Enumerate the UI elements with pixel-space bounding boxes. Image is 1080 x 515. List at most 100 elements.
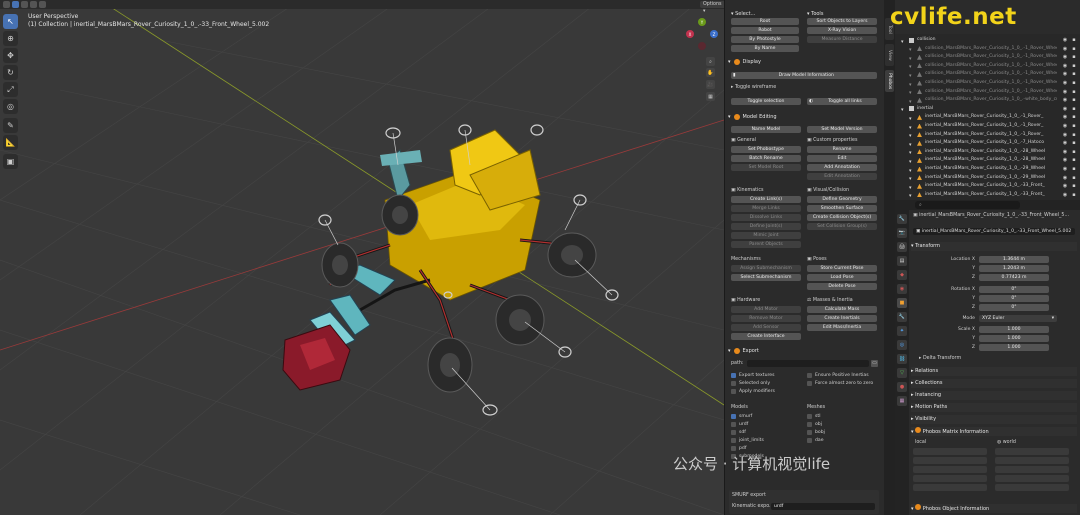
outliner-object-row[interactable]: ▾ collision_MarsBMars_Rover_Curiosity_1_0…	[895, 79, 1080, 88]
gizmo-z-axis-icon[interactable]: Y	[698, 18, 706, 26]
camera-icon[interactable]: ▪	[1071, 71, 1077, 77]
camera-icon[interactable]: ▪	[1071, 97, 1077, 103]
scale-x-field[interactable]: 1.000	[979, 326, 1049, 333]
force-zero-checkbox[interactable]	[807, 381, 812, 386]
eye-icon[interactable]: ◉	[1062, 46, 1068, 52]
material-props-icon[interactable]: ●	[897, 382, 907, 392]
matrix-cell[interactable]	[913, 457, 987, 464]
display-section-header[interactable]: ▾ Display	[728, 58, 882, 66]
expand-triangle-icon[interactable]: ▾	[909, 72, 914, 79]
matrix-cell[interactable]	[995, 457, 1069, 464]
delete-pose-button[interactable]: Delete Pose	[807, 283, 877, 290]
annotate-tool-icon[interactable]: ✎	[3, 118, 18, 133]
collections-section-header[interactable]: ▸ Collections	[911, 379, 1077, 388]
physics-props-icon[interactable]: ◎	[897, 340, 907, 350]
outliner-collection-row[interactable]: ▾ inertial ◉ ▪	[895, 105, 1080, 114]
render-props-icon[interactable]: 📷	[897, 228, 907, 238]
outliner-object-row[interactable]: ▾ inertial_MarsBMars_Rover_Curiosity_1_0_…	[895, 182, 1080, 191]
gizmo-neg-axis-icon[interactable]	[698, 42, 706, 50]
matrix-cell[interactable]	[995, 484, 1069, 491]
tab-view[interactable]: View	[885, 44, 894, 66]
create-links-button[interactable]: Create Link(s)	[731, 196, 801, 203]
expand-triangle-icon[interactable]: ▾	[909, 98, 914, 105]
expand-triangle-icon[interactable]: ▾	[901, 106, 906, 113]
edit-annotation-button[interactable]: Edit Annotation	[807, 173, 877, 180]
model-joint-limits-checkbox[interactable]	[731, 438, 736, 443]
camera-icon[interactable]: ▪	[1071, 114, 1077, 120]
local-matrix-fields[interactable]	[913, 448, 991, 494]
draw-model-information-button[interactable]: ▮ Draw Model Information	[731, 72, 877, 79]
output-props-icon[interactable]: 🖨	[897, 242, 907, 252]
eye-icon[interactable]: ◉	[1062, 149, 1068, 155]
eye-icon[interactable]: ◉	[1062, 175, 1068, 181]
select-mode-invert-icon[interactable]	[39, 1, 46, 8]
create-inertials-button[interactable]: Create Inertials	[807, 315, 877, 322]
create-interface-button[interactable]: Create Interface	[731, 333, 801, 340]
expand-triangle-icon[interactable]: ▾	[909, 115, 914, 122]
outliner-object-row[interactable]: ▾ collision_MarsBMars_Rover_Curiosity_1_0…	[895, 53, 1080, 62]
transform-section-header[interactable]: ▾ Transform	[911, 242, 1077, 251]
outliner-object-row[interactable]: ▾ collision_MarsBMars_Rover_Curiosity_1_0…	[895, 88, 1080, 97]
select-mode-subtract-icon[interactable]	[30, 1, 37, 8]
set-collision-groups-button[interactable]: Set Collision Group(s)	[807, 223, 877, 230]
batch-rename-button[interactable]: Batch Rename	[731, 155, 801, 162]
camera-icon[interactable]: ▪	[1071, 166, 1077, 172]
add-cube-tool-icon[interactable]: ▣	[3, 154, 18, 169]
scale-y-field[interactable]: 1.000	[979, 335, 1049, 342]
outliner-object-row[interactable]: ▾ collision_MarsBMars_Rover_Curiosity_1_0…	[895, 96, 1080, 105]
model-urdf-checkbox[interactable]	[731, 422, 736, 427]
add-motor-button[interactable]: Add Motor	[731, 306, 801, 313]
assign-submechanism-button[interactable]: Assign Submechanism	[731, 265, 801, 272]
xray-vision-button[interactable]: X-Ray Vision	[807, 27, 877, 34]
eye-icon[interactable]: ◉	[1062, 54, 1068, 60]
data-props-icon[interactable]: ▽	[897, 368, 907, 378]
camera-icon[interactable]: ▪	[1071, 63, 1077, 69]
model-sdf-checkbox[interactable]	[731, 430, 736, 435]
camera-icon[interactable]: ▪	[1071, 149, 1077, 155]
outliner-object-row[interactable]: ▾ collision_MarsBMars_Rover_Curiosity_1_0…	[895, 62, 1080, 71]
select-submechanism-button[interactable]: Select Submechanism	[731, 274, 801, 281]
scale-tool-icon[interactable]: ⤢	[3, 82, 18, 97]
matrix-cell[interactable]	[913, 448, 987, 455]
viewport-scene[interactable]	[0, 0, 724, 515]
expand-triangle-icon[interactable]: ▾	[909, 158, 914, 165]
cursor-tool-icon[interactable]: ↖	[3, 14, 18, 29]
load-pose-button[interactable]: Load Pose	[807, 274, 877, 281]
expand-triangle-icon[interactable]: ▾	[909, 175, 914, 182]
mimic-joint-button[interactable]: Mimic Joint	[731, 232, 801, 239]
outliner-object-row[interactable]: ▾ inertial_MarsBMars_Rover_Curiosity_1_0_…	[895, 139, 1080, 148]
camera-icon[interactable]: ▪	[1071, 123, 1077, 129]
model-editing-section-header[interactable]: ▾ Model Editing	[728, 113, 882, 121]
eye-icon[interactable]: ◉	[1062, 157, 1068, 163]
rotation-z-field[interactable]: 0°	[979, 304, 1049, 311]
eye-icon[interactable]: ◉	[1062, 80, 1068, 86]
3d-viewport[interactable]: Options ▾ User Perspective (1) Collectio…	[0, 0, 724, 515]
expand-triangle-icon[interactable]: ▾	[909, 46, 914, 53]
add-annotation-button[interactable]: Add Annotation	[807, 164, 877, 171]
expand-triangle-icon[interactable]: ▾	[909, 141, 914, 148]
outliner[interactable]: ▾ collision ◉ ▪ ▾ collision_MarsBMars_Rover_C…	[895, 0, 1080, 200]
model-pdf-checkbox[interactable]	[731, 446, 736, 451]
eye-icon[interactable]: ◉	[1062, 132, 1068, 138]
store-current-pose-button[interactable]: Store Current Pose	[807, 265, 877, 272]
camera-icon[interactable]: ▪	[1071, 46, 1077, 52]
outliner-collection-row[interactable]: ▾ collision ◉ ▪	[895, 36, 1080, 45]
toggle-all-links-button[interactable]: ◐ Toggle all links	[807, 98, 877, 105]
camera-icon[interactable]: ▪	[1071, 89, 1077, 95]
select-root-button[interactable]: Root	[731, 18, 799, 25]
cursor-3d-tool-icon[interactable]: ⊕	[3, 31, 18, 46]
mesh-obj-checkbox[interactable]	[807, 422, 812, 427]
edit-button[interactable]: ✎Edit	[807, 155, 877, 162]
outliner-object-row[interactable]: ▾ inertial_MarsBMars_Rover_Curiosity_1_0_…	[895, 156, 1080, 165]
outliner-object-row[interactable]: ▾ inertial_MarsBMars_Rover_Curiosity_1_0_…	[895, 174, 1080, 183]
matrix-cell[interactable]	[913, 484, 987, 491]
selected-only-checkbox[interactable]	[731, 381, 736, 386]
outliner-object-row[interactable]: ▾ inertial_MarsBMars_Rover_Curiosity_1_0_…	[895, 191, 1080, 200]
mesh-stl-checkbox[interactable]	[807, 414, 812, 419]
export-path-input[interactable]	[747, 360, 869, 367]
motion-paths-section-header[interactable]: ▸ Motion Paths	[911, 403, 1077, 412]
eye-icon[interactable]: ◉	[1062, 63, 1068, 69]
matrix-cell[interactable]	[913, 475, 987, 482]
instancing-section-header[interactable]: ▸ Instancing	[911, 391, 1077, 400]
define-joints-button[interactable]: Define Joint(s)	[731, 223, 801, 230]
